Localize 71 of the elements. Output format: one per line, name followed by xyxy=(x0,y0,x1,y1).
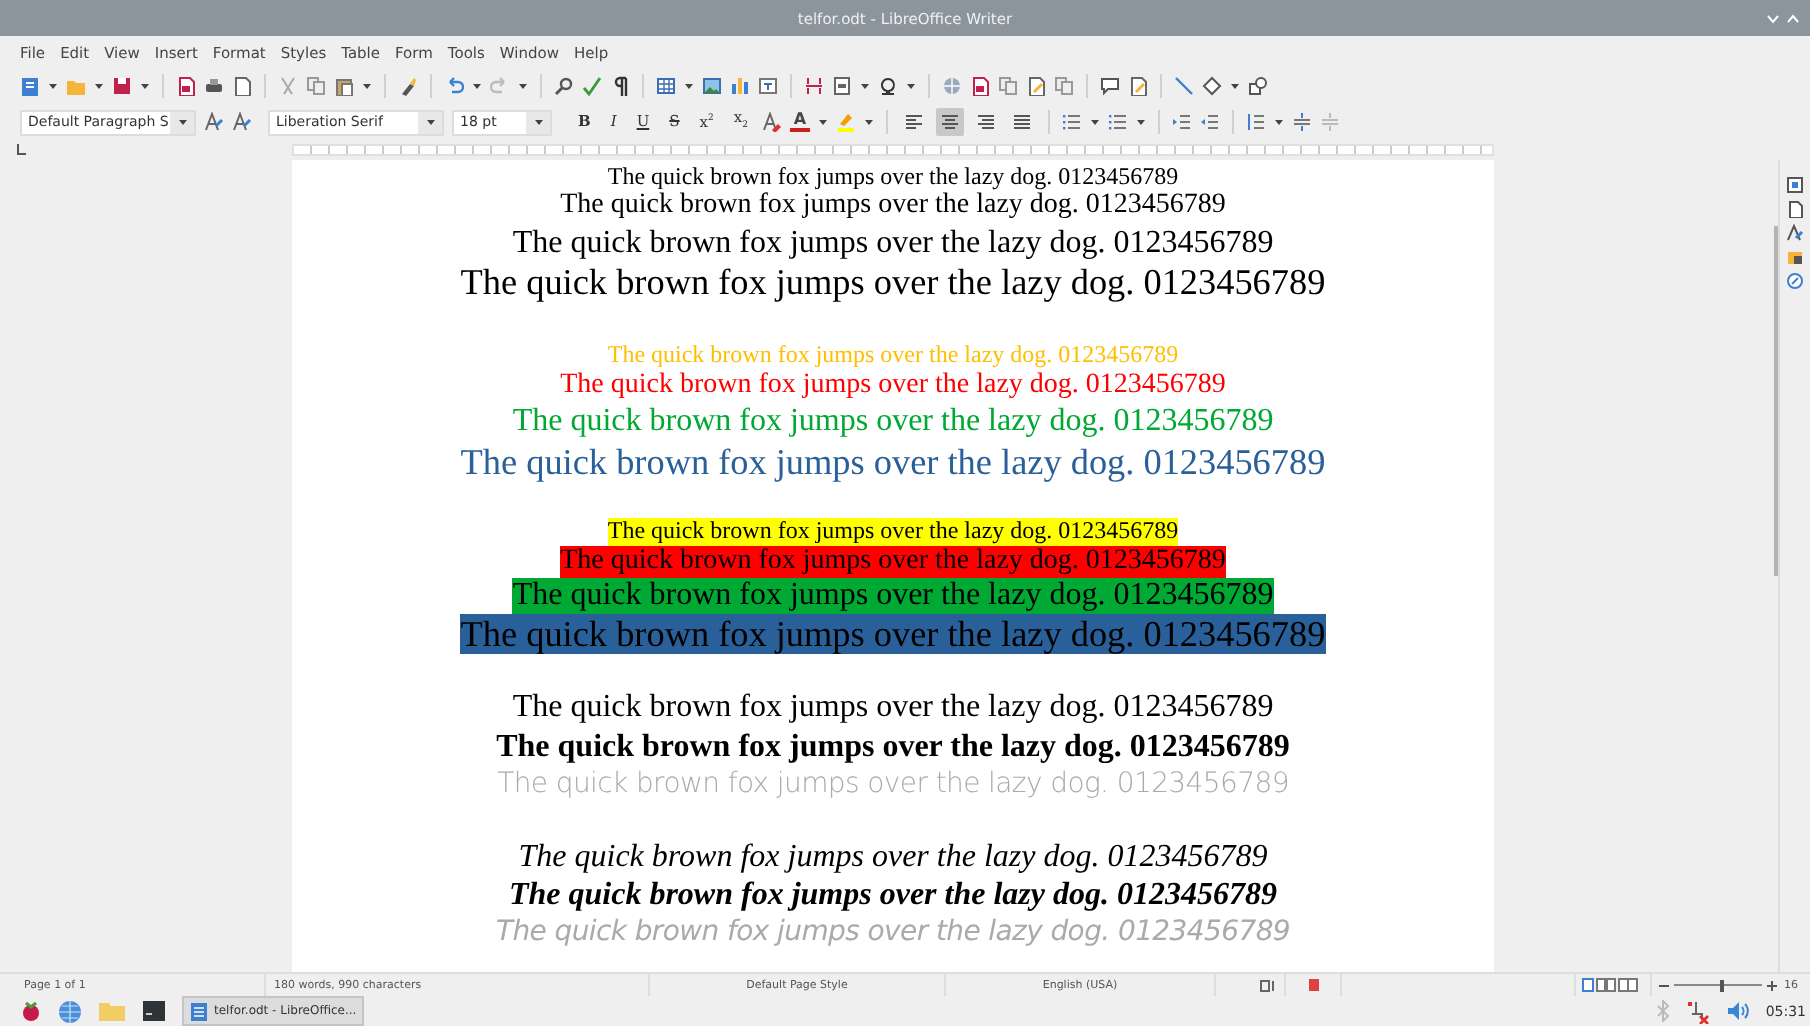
document-icon xyxy=(190,1001,208,1021)
page-icon[interactable] xyxy=(1026,76,1046,96)
minimize-icon[interactable] xyxy=(1766,11,1780,25)
document-icon[interactable] xyxy=(20,76,40,96)
page-icon[interactable] xyxy=(232,76,252,96)
text-line: The quick brown fox jumps over the lazy dog. 0123456789 xyxy=(495,914,1291,953)
table-icon[interactable] xyxy=(656,76,676,96)
line-icon[interactable] xyxy=(1174,76,1194,96)
text-box-icon[interactable] xyxy=(758,76,778,96)
align-icon xyxy=(940,112,960,132)
text-line: The quick brown fox jumps over the lazy dog. 0123456789 xyxy=(607,340,1179,370)
text-line: The quick brown fox jumps over the lazy dog. 0123456789 xyxy=(460,262,1326,307)
checkmark-icon[interactable] xyxy=(582,76,602,96)
page-icon[interactable] xyxy=(1786,200,1804,218)
align-icon xyxy=(904,112,924,132)
network-icon[interactable] xyxy=(1685,999,1710,1023)
text-line: The quick brown fox jumps over the lazy dog. 0123456789 xyxy=(512,688,1274,728)
image-icon[interactable] xyxy=(702,76,722,96)
minus-icon[interactable] xyxy=(1658,979,1670,991)
tab-stop-icon[interactable] xyxy=(16,144,28,156)
maximize-icon[interactable] xyxy=(1786,11,1800,25)
modified-icon xyxy=(1307,978,1319,992)
bar-chart-icon[interactable] xyxy=(730,76,750,96)
style-icon[interactable] xyxy=(232,112,252,132)
page-icon[interactable] xyxy=(176,76,196,96)
paragraph-spacing-icon[interactable] xyxy=(1292,112,1312,132)
shapes-icon[interactable] xyxy=(1248,76,1268,96)
terminal-icon[interactable] xyxy=(142,1000,166,1022)
plus-icon[interactable] xyxy=(1766,979,1778,991)
text-line: The quick brown fox jumps over the lazy dog. 0123456789 xyxy=(560,369,1226,403)
text-line: The quick brown fox jumps over the lazy dog. 0123456789 xyxy=(607,162,1179,191)
globe-icon[interactable] xyxy=(58,999,82,1023)
insert-mode-icon xyxy=(1260,979,1276,991)
page-icon[interactable] xyxy=(970,76,990,96)
text-line: The quick brown fox jumps over the lazy dog. 0123456789 xyxy=(512,224,1274,263)
page-icon[interactable] xyxy=(1128,76,1148,96)
indent-icon[interactable] xyxy=(1172,112,1192,132)
text-line: The quick brown fox jumps over the lazy dog. 0123456789 xyxy=(496,727,1290,766)
align-icon xyxy=(976,112,996,132)
printer-icon[interactable] xyxy=(204,76,224,96)
font-color-button[interactable]: A xyxy=(790,112,810,132)
brush-icon[interactable] xyxy=(398,76,418,96)
clipboard-icon[interactable] xyxy=(334,76,354,96)
list-icon[interactable] xyxy=(1108,112,1128,132)
align-button[interactable] xyxy=(936,108,964,136)
multi-page-icon[interactable] xyxy=(1596,978,1616,992)
undo-icon[interactable] xyxy=(444,76,464,96)
text-line: The quick brown fox jumps over the lazy dog. 0123456789 xyxy=(508,876,1277,915)
pilcrow-icon[interactable] xyxy=(610,76,630,96)
diamond-icon[interactable] xyxy=(1202,76,1222,96)
list-icon[interactable] xyxy=(1062,112,1082,132)
text-line: The quick brown fox jumps over the lazy dog. 0123456789 xyxy=(518,837,1268,876)
clear-format-icon[interactable] xyxy=(762,112,782,132)
image-icon[interactable] xyxy=(1786,248,1804,266)
text-line: The quick brown fox jumps over the lazy dog. 0123456789 xyxy=(460,441,1326,485)
field-icon[interactable] xyxy=(832,76,852,96)
text-line: The quick brown fox jumps over the lazy dog. 0123456789 xyxy=(560,190,1226,225)
outdent-icon[interactable] xyxy=(1200,112,1220,132)
comment-icon[interactable] xyxy=(1100,76,1120,96)
text-line: The quick brown fox jumps over the lazy dog. 0123456789 xyxy=(512,402,1274,442)
single-page-icon[interactable] xyxy=(1582,978,1594,992)
align-icon xyxy=(1012,112,1032,132)
search-icon[interactable] xyxy=(554,76,574,96)
page-break-icon[interactable] xyxy=(804,76,824,96)
style-icon[interactable] xyxy=(1786,224,1804,242)
speaker-icon[interactable] xyxy=(1725,1000,1750,1022)
raspberry-icon[interactable] xyxy=(20,1000,42,1022)
text-line: The quick brown fox jumps over the lazy dog. 0123456789 xyxy=(497,765,1289,804)
line-spacing-icon[interactable] xyxy=(1246,112,1266,132)
book-view-icon[interactable] xyxy=(1618,978,1638,992)
style-icon[interactable] xyxy=(204,112,224,132)
